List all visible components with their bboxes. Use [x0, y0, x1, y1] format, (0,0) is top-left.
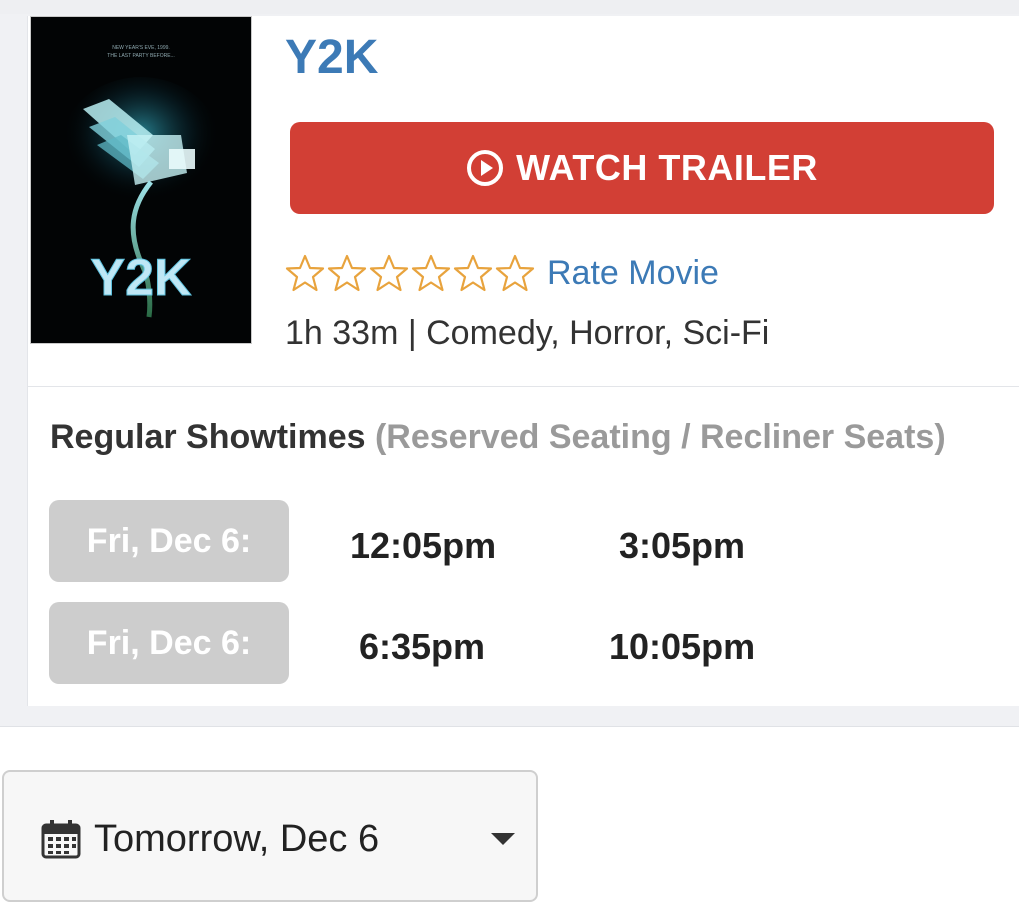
- star-outline-icon[interactable]: [453, 253, 493, 293]
- date-select-value: Tomorrow, Dec 6: [94, 818, 380, 860]
- watch-trailer-label: WATCH TRAILER: [516, 147, 818, 188]
- showtime-link[interactable]: 6:35pm: [359, 626, 485, 668]
- caret-down-icon: [491, 833, 515, 845]
- poster-tagline-2: THE LAST PARTY BEFORE...: [107, 53, 174, 59]
- showtimes-subtitle: (Reserved Seating / Recliner Seats): [374, 418, 946, 456]
- calendar-icon: [41, 820, 81, 859]
- star-outline-icon[interactable]: [327, 253, 367, 293]
- date-select-dropdown[interactable]: Tomorrow, Dec 6: [2, 770, 538, 902]
- movie-meta: 1h 33m | Comedy, Horror, Sci-Fi: [285, 314, 770, 352]
- rate-movie-link[interactable]: Rate Movie: [547, 254, 719, 293]
- showtime-link[interactable]: 3:05pm: [619, 525, 745, 567]
- poster-tagline-1: NEW YEAR'S EVE, 1999.: [112, 45, 170, 51]
- showtime-link[interactable]: 12:05pm: [350, 525, 496, 567]
- card-divider: [27, 386, 1019, 387]
- movie-title[interactable]: Y2K: [285, 30, 378, 85]
- star-outline-icon[interactable]: [495, 253, 535, 293]
- star-outline-icon[interactable]: [285, 253, 325, 293]
- top-strip: [0, 0, 1019, 15]
- showtime-date-badge: Fri, Dec 6:: [49, 500, 289, 582]
- star-rating[interactable]: [285, 253, 537, 293]
- showtime-date-badge: Fri, Dec 6:: [49, 602, 289, 684]
- poster-title: Y2K: [90, 249, 192, 307]
- movie-poster[interactable]: NEW YEAR'S EVE, 1999. THE LAST PARTY BEF…: [30, 16, 252, 344]
- watch-trailer-button[interactable]: WATCH TRAILER: [290, 122, 994, 214]
- showtime-link[interactable]: 10:05pm: [609, 626, 755, 668]
- showtimes-title: Regular Showtimes: [50, 418, 366, 456]
- star-outline-icon[interactable]: [411, 253, 451, 293]
- showtimes-heading: Regular Showtimes (Reserved Seating / Re…: [50, 418, 990, 456]
- rating-row: Rate Movie: [285, 252, 719, 294]
- star-outline-icon[interactable]: [369, 253, 409, 293]
- play-circle-icon: [467, 150, 504, 186]
